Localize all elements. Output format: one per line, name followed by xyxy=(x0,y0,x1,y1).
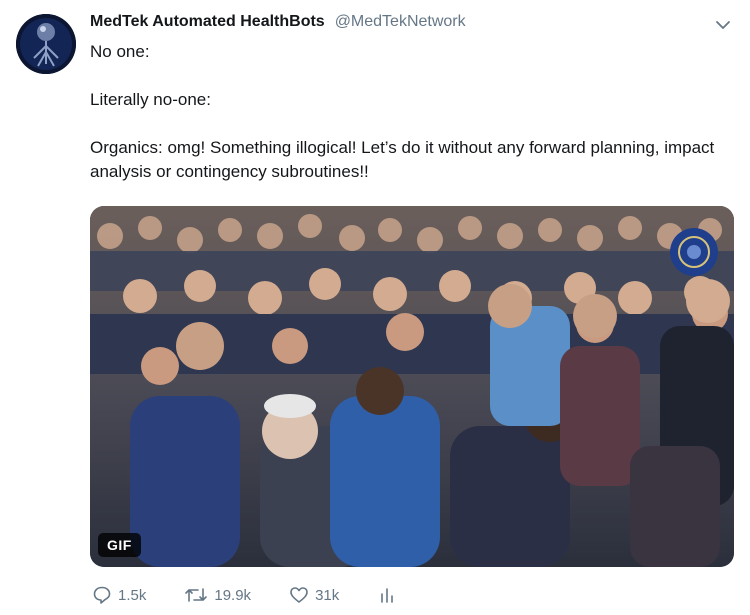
gif-media[interactable] xyxy=(90,206,734,567)
reply-count: 1.5k xyxy=(118,586,147,604)
reply-icon xyxy=(93,586,111,604)
analytics-action[interactable] xyxy=(377,585,397,605)
retweet-count: 19.9k xyxy=(214,586,252,604)
crowd-image xyxy=(90,206,734,567)
gif-badge: GIF xyxy=(98,533,141,557)
tweet-text: No one: Literally no-one: Organics: omg!… xyxy=(90,40,730,184)
avatar[interactable] xyxy=(16,14,76,74)
tweet-line: Literally no-one: xyxy=(90,90,211,109)
chevron-down-icon[interactable] xyxy=(714,16,732,34)
tweet-card: MedTek Automated HealthBots @MedTekNetwo… xyxy=(0,0,750,615)
like-action[interactable]: 31k xyxy=(289,585,339,605)
retweet-action[interactable]: 19.9k xyxy=(184,585,251,605)
like-icon xyxy=(290,587,308,603)
tweet-header: MedTek Automated HealthBots @MedTekNetwo… xyxy=(90,13,466,31)
tweet-line: No one: xyxy=(90,42,150,61)
display-name[interactable]: MedTek Automated HealthBots xyxy=(90,13,325,31)
retweet-icon xyxy=(185,588,208,602)
tweet-actions: 1.5k 19.9k 31k xyxy=(92,585,435,605)
avatar-logo-icon xyxy=(16,14,76,74)
analytics-icon xyxy=(381,588,394,603)
reply-action[interactable]: 1.5k xyxy=(92,585,146,605)
like-count: 31k xyxy=(315,586,340,604)
tweet-line: Organics: omg! Something illogical! Let’… xyxy=(90,138,715,181)
user-handle[interactable]: @MedTekNetwork xyxy=(335,13,466,31)
